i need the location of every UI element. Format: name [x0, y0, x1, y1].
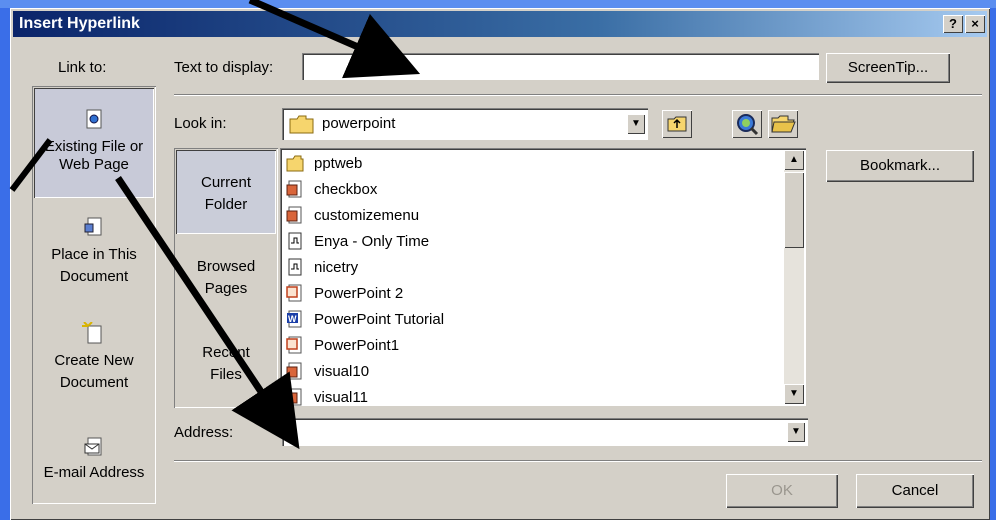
web-page-icon: [86, 109, 102, 129]
open-folder-icon: [771, 115, 796, 133]
cancel-button[interactable]: Cancel: [856, 474, 974, 508]
scroll-down-button[interactable]: ▼: [784, 384, 804, 404]
nav-current-label-1: Current: [200, 174, 252, 191]
bookmark-button[interactable]: Bookmark...: [826, 150, 974, 182]
help-button[interactable]: ?: [943, 15, 963, 33]
file-name: PowerPoint1: [314, 336, 400, 354]
up-one-level-icon: [667, 116, 687, 132]
html-file-icon: [286, 387, 304, 406]
scroll-thumb[interactable]: [784, 172, 804, 248]
file-list-item[interactable]: W PowerPoint Tutorial: [286, 306, 444, 332]
file-list-scrollbar[interactable]: ▲ ▼: [784, 150, 804, 404]
link-place-in-document[interactable]: Place in This Document: [34, 208, 154, 298]
screentip-button[interactable]: ScreenTip...: [826, 53, 950, 83]
file-list-item[interactable]: Enya - Only Time: [286, 228, 429, 254]
link-create-new-document[interactable]: Create New Document: [34, 316, 154, 406]
folder-file-icon: [286, 153, 304, 173]
separator-top: [174, 94, 982, 96]
new-document-icon: [82, 321, 102, 344]
file-name: checkbox: [314, 180, 378, 198]
link-create-label-2: Document: [59, 374, 129, 391]
nav-browsed-label-2: Pages: [204, 280, 248, 297]
scroll-up-button[interactable]: ▲: [784, 150, 804, 170]
up-folder-button[interactable]: [662, 110, 692, 138]
text-to-display-input[interactable]: [302, 53, 819, 80]
file-name: Enya - Only Time: [314, 232, 430, 250]
file-name: PowerPoint Tutorial: [314, 310, 445, 328]
title-bar[interactable]: Insert Hyperlink ? ×: [13, 11, 987, 37]
dialog-title: Insert Hyperlink: [19, 15, 140, 32]
file-name: visual10: [314, 362, 370, 380]
look-in-value: powerpoint: [322, 115, 396, 132]
nav-browsed-pages[interactable]: Browsed Pages: [176, 248, 276, 318]
text-to-display-label: Text to display:: [174, 59, 274, 76]
html-file-icon: [286, 361, 304, 381]
nav-browsed-label-1: Browsed: [196, 258, 256, 275]
file-name: PowerPoint 2: [314, 284, 404, 302]
file-name: pptweb: [314, 154, 363, 172]
link-email-address[interactable]: E-mail Address: [34, 428, 154, 498]
file-name: nicetry: [314, 258, 359, 276]
insert-hyperlink-dialog: Insert Hyperlink ? × Link to: Existing F…: [10, 8, 990, 520]
html-file-icon: [286, 179, 304, 199]
address-dropdown-arrow[interactable]: ▼: [787, 422, 805, 442]
separator-bottom: [174, 460, 982, 462]
link-email-label: E-mail Address: [43, 464, 145, 481]
link-place-label-2: Document: [59, 268, 129, 285]
file-list-item[interactable]: pptweb: [286, 150, 362, 176]
file-list-item[interactable]: checkbox: [286, 176, 377, 202]
browse-web-button[interactable]: [732, 110, 762, 138]
ok-button[interactable]: OK: [726, 474, 838, 508]
nav-current-folder[interactable]: Current Folder: [176, 150, 276, 234]
link-to-panel: Existing File or Web Page Place in This …: [32, 86, 156, 504]
look-in-dropdown[interactable]: powerpoint ▼: [282, 108, 648, 140]
close-button[interactable]: ×: [965, 15, 985, 33]
file-list-item[interactable]: customizemenu: [286, 202, 419, 228]
ppt-file-icon: [286, 283, 304, 303]
link-existing-label-1: Existing File or: [44, 138, 144, 155]
file-list-item[interactable]: PowerPoint 2: [286, 280, 403, 306]
file-list-item[interactable]: visual11: [286, 384, 368, 406]
browse-file-button[interactable]: [768, 110, 798, 138]
file-list-item[interactable]: PowerPoint1: [286, 332, 399, 358]
nav-recent-label-2: Files: [210, 366, 242, 383]
address-input[interactable]: ▼: [282, 418, 808, 446]
ppt-file-icon: [286, 335, 304, 355]
file-list-item[interactable]: nicetry: [286, 254, 358, 280]
document-place-icon: [84, 217, 102, 236]
nav-recent-files[interactable]: Recent Files: [176, 332, 276, 402]
look-in-dropdown-arrow[interactable]: ▼: [627, 114, 645, 134]
nav-recent-label-1: Recent: [202, 344, 250, 361]
link-place-label-1: Place in This: [51, 246, 137, 263]
svg-text:W: W: [288, 314, 297, 324]
html-file-icon: [286, 205, 304, 225]
nav-current-label-2: Folder: [204, 196, 248, 213]
browse-nav-panel: Current Folder Browsed Pages Recent File…: [174, 148, 278, 408]
desktop-background: [0, 0, 996, 8]
word-file-icon: W: [286, 309, 304, 329]
address-label: Address:: [174, 424, 234, 441]
audio-file-icon: [286, 257, 304, 277]
email-icon: [84, 437, 102, 456]
folder-icon: [289, 115, 314, 134]
look-in-label: Look in:: [174, 115, 227, 132]
file-name: customizemenu: [314, 206, 420, 224]
link-existing-label-2: Web Page: [59, 156, 129, 173]
link-create-label-1: Create New: [54, 352, 134, 369]
file-list[interactable]: pptweb checkbox customizemenu Enya - Only T…: [280, 148, 806, 406]
audio-file-icon: [286, 231, 304, 251]
browse-web-icon: [737, 114, 759, 136]
file-list-item[interactable]: visual10: [286, 358, 369, 384]
link-to-heading: Link to:: [58, 59, 107, 76]
link-existing-file[interactable]: Existing File or Web Page: [34, 88, 154, 198]
file-name: visual11: [314, 388, 368, 406]
